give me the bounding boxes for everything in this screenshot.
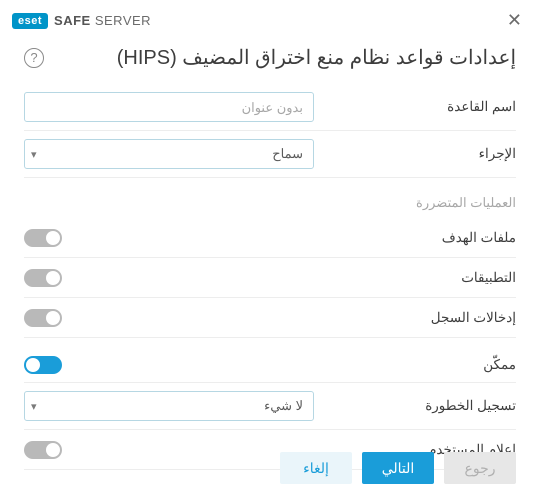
page-title: إعدادات قواعد نظام منع اختراق المضيف (HI… [117,45,516,70]
chevron-down-icon: ▾ [31,400,37,413]
target-files-label: ملفات الهدف [426,230,516,246]
affected-section-header: العمليات المتضررة [400,195,516,210]
chevron-down-icon: ▾ [31,148,37,161]
back-button: رجوع [444,452,516,484]
applications-toggle[interactable] [24,269,62,287]
severity-select[interactable]: ▾ لا شيء [24,391,314,421]
help-icon[interactable]: ? [24,48,44,68]
close-icon[interactable]: ✕ [501,8,528,33]
enabled-label: ممكّن [467,357,516,373]
next-button[interactable]: التالي [362,452,434,484]
severity-value: لا شيء [37,398,305,414]
severity-label: تسجيل الخطورة [409,398,516,414]
target-files-toggle[interactable] [24,229,62,247]
action-select[interactable]: ▾ سماح [24,139,314,169]
registry-toggle[interactable] [24,309,62,327]
action-label: الإجراء [463,146,516,162]
brand: eset SAFE SERVER [12,13,151,29]
applications-label: التطبيقات [445,270,516,286]
rule-name-input[interactable] [24,92,314,122]
action-value: سماح [37,146,305,162]
registry-label: إدخالات السجل [415,310,516,326]
cancel-button[interactable]: إلغاء [280,452,352,484]
enabled-toggle[interactable] [24,356,62,374]
rule-name-label: اسم القاعدة [431,99,516,115]
brand-logo: eset [12,13,48,29]
brand-product: SAFE SERVER [54,13,151,28]
